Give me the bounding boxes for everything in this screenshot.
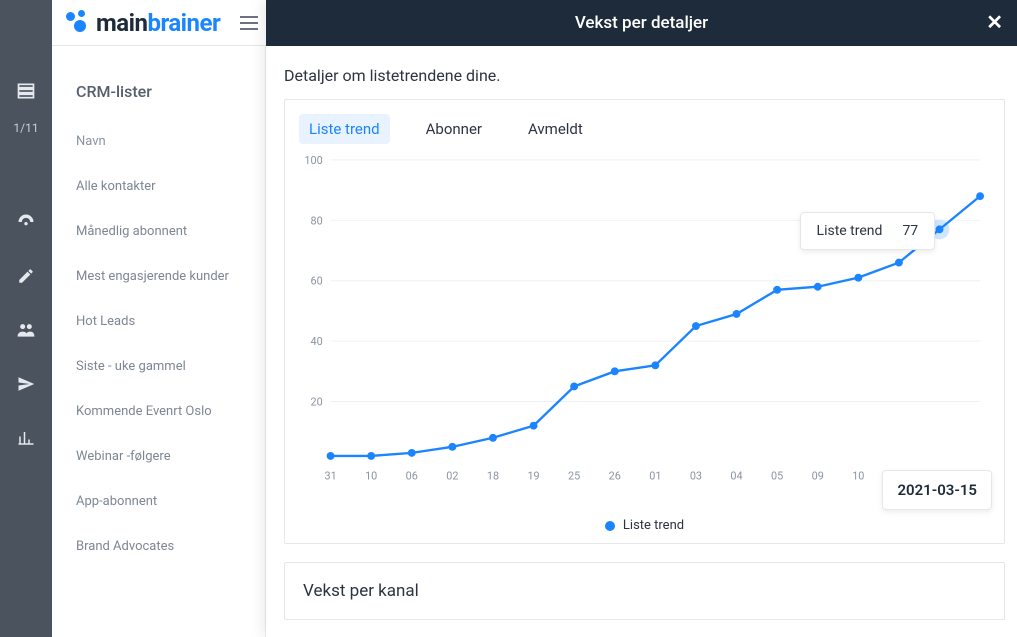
dashboard-icon[interactable]: [0, 195, 52, 249]
legend-label: Liste trend: [623, 518, 684, 533]
left-rail: 1/11: [0, 0, 52, 637]
svg-text:31: 31: [324, 470, 336, 483]
tab-abonner[interactable]: Abonner: [416, 114, 492, 144]
svg-text:06: 06: [406, 470, 418, 483]
svg-text:03: 03: [690, 470, 702, 483]
list-item[interactable]: Kommende Evenrt Oslo: [76, 389, 265, 434]
chart-icon[interactable]: [0, 411, 52, 465]
list-item[interactable]: Siste - uke gammel: [76, 344, 265, 389]
tab-liste-trend[interactable]: Liste trend: [299, 114, 390, 144]
modal-header: Vekst per detaljer ✕: [266, 0, 1017, 46]
close-icon[interactable]: ✕: [986, 10, 1003, 34]
column-header-name: Navn: [76, 119, 265, 164]
svg-text:26: 26: [609, 470, 621, 483]
list-item[interactable]: Mest engasjerende kunder: [76, 254, 265, 299]
details-modal: Vekst per detaljer ✕ Detaljer om listetr…: [266, 0, 1017, 637]
brand-logo[interactable]: mainbrainer: [64, 9, 220, 37]
svg-text:01: 01: [649, 470, 661, 483]
svg-text:60: 60: [310, 275, 322, 288]
chart-legend: Liste trend: [299, 512, 990, 533]
sidebar-title: CRM-lister: [76, 60, 265, 119]
tab-avmeldt[interactable]: Avmeldt: [518, 114, 593, 144]
edit-icon[interactable]: [0, 249, 52, 303]
legend-dot-icon: [605, 521, 615, 531]
chart-date-callout: 2021-03-15: [882, 470, 992, 510]
svg-text:100: 100: [304, 154, 322, 167]
tooltip-value: 77: [902, 223, 918, 239]
list-item[interactable]: Alle kontakter: [76, 164, 265, 209]
step-indicator: 1/11: [13, 122, 38, 135]
modal-subtitle: Detaljer om listetrendene dine.: [284, 66, 1005, 85]
brand-name: mainbrainer: [96, 9, 220, 37]
svg-text:04: 04: [730, 470, 742, 483]
list-item[interactable]: Månedlig abonnent: [76, 209, 265, 254]
crm-list: Navn Alle kontakter Månedlig abonnent Me…: [76, 119, 265, 569]
logo-mark-icon: [64, 10, 90, 36]
chart-tooltip: Liste trend 77: [800, 212, 936, 250]
svg-text:40: 40: [310, 335, 322, 348]
tooltip-label: Liste trend: [817, 223, 883, 239]
svg-text:20: 20: [310, 395, 322, 408]
svg-text:05: 05: [771, 470, 783, 483]
send-icon[interactable]: [0, 357, 52, 411]
svg-text:19: 19: [527, 470, 539, 483]
svg-text:10: 10: [852, 470, 864, 483]
svg-text:18: 18: [487, 470, 499, 483]
list-item[interactable]: Brand Advocates: [76, 524, 265, 569]
list-item[interactable]: App-abonnent: [76, 479, 265, 524]
modal-title: Vekst per detaljer: [575, 13, 708, 33]
chart-tabs: Liste trend Abonner Avmeldt: [299, 114, 990, 144]
users-icon[interactable]: [0, 303, 52, 357]
trend-chart[interactable]: 2040608010031100602181925260103040509101…: [299, 152, 990, 512]
growth-per-channel-card: Vekst per kanal: [284, 562, 1005, 620]
list-icon[interactable]: [0, 64, 52, 118]
trend-chart-card: Liste trend Abonner Avmeldt 204060801003…: [284, 99, 1005, 544]
crm-sidebar: CRM-lister Navn Alle kontakter Månedlig …: [52, 46, 266, 637]
svg-text:80: 80: [310, 214, 322, 227]
svg-text:10: 10: [365, 470, 377, 483]
svg-text:09: 09: [812, 470, 824, 483]
list-item[interactable]: Hot Leads: [76, 299, 265, 344]
list-item[interactable]: Webinar -følgere: [76, 434, 265, 479]
menu-toggle-icon[interactable]: [234, 10, 264, 36]
card-title: Vekst per kanal: [303, 581, 419, 601]
svg-text:25: 25: [568, 470, 580, 483]
chart-svg: 2040608010031100602181925260103040509101…: [299, 152, 990, 507]
svg-text:02: 02: [446, 470, 458, 483]
